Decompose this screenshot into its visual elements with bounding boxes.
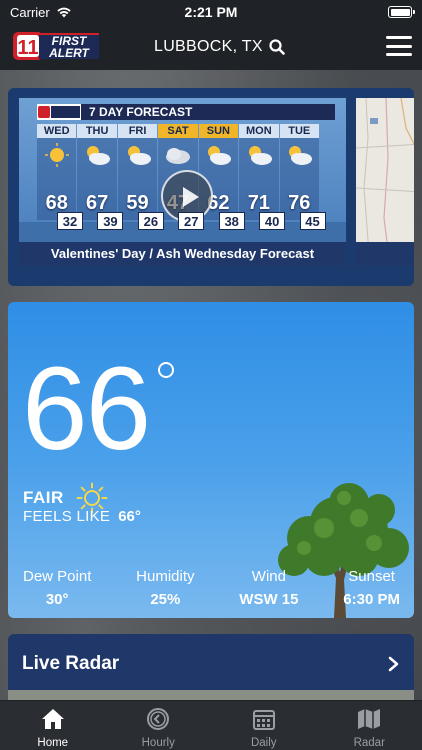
stat-value: 30° [45,591,69,608]
day-low-temp: 26 [137,212,164,230]
location-selector[interactable]: LUBBOCK, TX [154,38,285,56]
tab-bar: Home Hourly Daily Radar [0,700,422,750]
forecast-day-fri: FRI 59 26 [117,124,164,230]
clock-icon [145,707,171,737]
day-name: SAT [158,124,198,138]
home-icon [40,707,66,737]
stat-wind: Wind WSW 15 [239,568,298,608]
stat-label: Wind [251,568,286,585]
day-low-temp: 27 [178,212,205,230]
stat-dew-point: Dew Point 30° [23,568,91,608]
next-video-thumbnail[interactable] [356,98,414,266]
stat-label: Dew Point [23,568,92,585]
day-name: SUN [198,124,239,138]
day-name: TUE [279,124,319,138]
stat-label: Humidity [136,568,195,585]
tab-hourly[interactable]: Hourly [106,701,212,750]
first-alert-logo[interactable]: 11 FIRST ALERT [13,29,101,63]
chevron-right-icon [388,656,399,672]
degree-symbol [158,362,174,378]
tab-daily[interactable]: Daily [211,701,317,750]
day-low-temp: 32 [57,212,83,230]
forecast-day-mon: MON 71 40 [239,124,286,230]
video-caption: Valentines' Day / Ash Wednesday Forecast [19,242,346,266]
tab-label: Hourly [141,737,175,749]
calendar-icon [251,707,277,737]
feels-like-label: FEELS LIKE [23,508,111,525]
status-time: 2:21 PM [184,4,238,20]
forecast-day-thu: THU 67 39 [77,124,124,230]
video-carousel[interactable]: 7 DAY FORECAST WED6832THU6739FRI5926SAT 4… [8,88,414,286]
location-label: LUBBOCK, TX [154,38,263,55]
forecast-day-wed: WED 68 32 [37,124,83,230]
stat-humidity: Humidity 25% [136,568,194,608]
day-name: FRI [117,124,158,138]
tab-home[interactable]: Home [0,701,106,750]
tab-radar[interactable]: Radar [317,701,422,750]
feels-like-row: FEELS LIKE 66° [23,508,141,525]
mini-first-alert-logo [37,104,81,120]
banner-title: 7 DAY FORECAST [81,104,335,120]
day-low-temp: 39 [97,212,124,230]
radar-title: Live Radar [22,653,120,674]
feels-like-value: 66° [118,508,141,525]
stat-label: Sunset [348,568,395,585]
stat-value: 25% [150,591,181,608]
day-name: MON [239,124,279,138]
day-name: WED [37,124,77,138]
svg-text:ALERT: ALERT [48,46,90,60]
current-conditions-card[interactable]: 66 FAIR FEELS LIKE 66° Dew Point30°Hum [8,302,414,618]
forecast-video[interactable]: 7 DAY FORECAST WED6832THU6739FRI5926SAT 4… [19,98,346,266]
day-low-temp: 45 [299,212,326,230]
app-header: 11 FIRST ALERT LUBBOCK, TX [0,24,422,70]
stat-value: 6:30 PM [343,591,400,608]
day-name: THU [77,124,117,138]
stats-row: Dew Point 30° Humidity 25% Wind WSW 15 Sunset 6… [8,568,414,608]
day-low-temp: 40 [259,212,286,230]
tab-label: Home [37,737,69,749]
map-icon [356,707,382,737]
condition-text: FAIR [23,488,64,507]
wifi-icon [57,7,71,18]
status-left: Carrier [10,5,72,20]
forecast-day-tue: TUE 76 45 [279,124,326,230]
tab-label: Daily [250,737,277,749]
svg-text:11: 11 [17,37,38,59]
day-low-temp: 38 [218,212,245,230]
carrier-label: Carrier [10,4,50,20]
search-icon[interactable] [269,39,285,55]
battery-icon [388,6,415,18]
stat-value: WSW 15 [239,591,299,608]
map-thumbnail-icon [356,98,414,266]
current-temperature: 66 [22,343,151,475]
stat-sunset: Sunset 6:30 PM [343,568,400,608]
hamburger-menu-icon[interactable] [386,36,412,56]
tab-label: Radar [353,737,385,749]
banner-header: 7 DAY FORECAST [37,104,335,120]
live-radar-button[interactable]: Live Radar [8,634,414,694]
status-bar: Carrier 2:21 PM [0,0,422,24]
